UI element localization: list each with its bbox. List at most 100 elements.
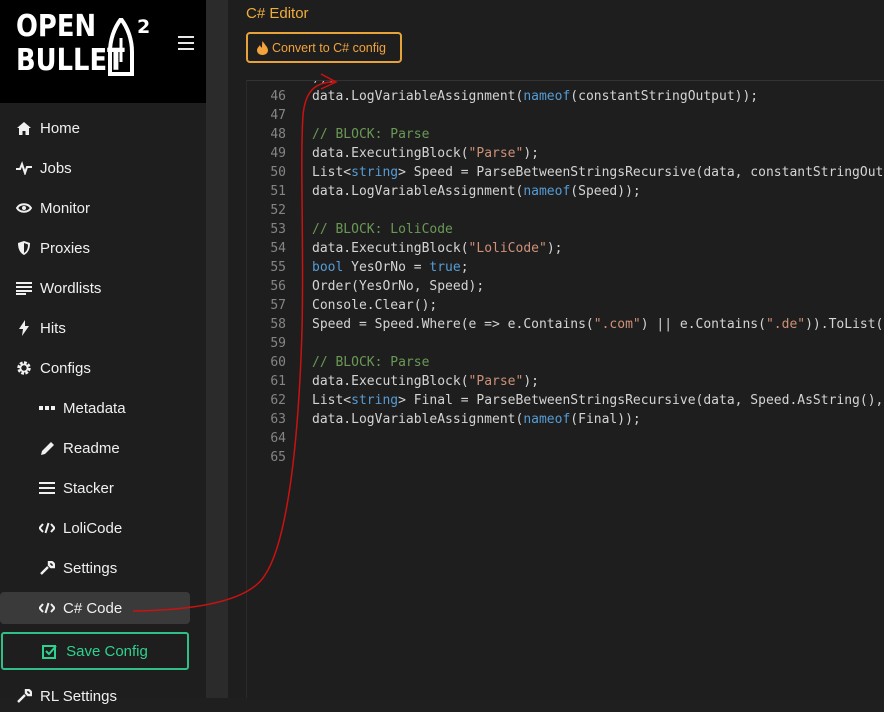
nav-stacker[interactable]: Stacker: [0, 472, 190, 504]
line-number: 63: [270, 412, 286, 427]
nav-metadata[interactable]: Metadata: [0, 392, 190, 424]
list-lines-icon: [15, 279, 33, 297]
code-text: // BLOCK: LoliCode: [312, 220, 453, 239]
nav-csharp-label: C# Code: [63, 599, 123, 617]
line-number: 64: [270, 431, 286, 446]
code-token: ));: [312, 81, 335, 85]
line-number: 62: [270, 393, 286, 408]
sidebar: OPEN BULLET 2 Home Jobs Monitor Proxies …: [0, 0, 206, 705]
code-token: "LoliCode": [468, 241, 547, 256]
line-number: 55: [270, 260, 286, 275]
code-token: data.ExecutingBlock(: [312, 146, 469, 161]
bullet-mark-icon: [108, 18, 134, 76]
line-number: 61: [270, 374, 286, 389]
code-text: data.ExecutingBlock("LoliCode");: [312, 239, 562, 258]
nav-readme[interactable]: Readme: [0, 432, 190, 464]
code-token: data.LogVariableAssignment(: [312, 89, 524, 104]
code-text: data.ExecutingBlock("Parse");: [312, 372, 539, 391]
home-icon: [15, 119, 33, 137]
code-editor[interactable]: ));46data.LogVariableAssignment(nameof(c…: [246, 80, 884, 699]
save-config-label: Save Config: [66, 642, 148, 660]
code-token: (Speed));: [570, 184, 641, 199]
nav-proxies[interactable]: Proxies: [0, 232, 190, 264]
wrench-icon: [38, 559, 56, 577]
nav-monitor[interactable]: Monitor: [0, 192, 190, 224]
nav-settings-label: Settings: [63, 559, 118, 577]
line-number: 51: [270, 184, 286, 199]
code-token: );: [546, 241, 563, 256]
code-token: nameof: [523, 89, 571, 104]
eye-icon: [15, 199, 33, 217]
code-token: );: [523, 146, 539, 161]
nav-lolicode[interactable]: LoliCode: [0, 512, 190, 544]
code-text: List<string> Final = ParseBetweenStrings…: [312, 391, 883, 410]
fire-icon: [257, 40, 268, 55]
wrench-icon: [15, 687, 33, 705]
nav-wordlists[interactable]: Wordlists: [0, 272, 190, 304]
code-text: bool YesOrNo = true;: [312, 258, 469, 277]
line-number: 60: [270, 355, 286, 370]
code-token: // BLOCK: LoliCode: [312, 222, 453, 237]
nav-metadata-label: Metadata: [63, 399, 126, 417]
code-text: Console.Clear();: [312, 296, 437, 315]
code-token: (Final));: [570, 412, 641, 427]
code-icon: [38, 519, 56, 537]
stack-lines-icon: [38, 479, 56, 497]
code-token: string: [351, 165, 399, 180]
nav-wordlists-label: Wordlists: [40, 279, 102, 297]
code-token: // BLOCK: Parse: [312, 127, 430, 142]
code-token: List<: [312, 165, 352, 180]
code-token: Order(YesOrNo, Speed);: [312, 279, 485, 294]
editor-gutter-edge: [246, 80, 247, 698]
nav-lolicode-label: LoliCode: [63, 519, 123, 537]
check-square-icon: [42, 644, 57, 659]
nav-hits-label: Hits: [40, 319, 66, 337]
code-token: List<: [312, 393, 352, 408]
code-token: data.LogVariableAssignment(: [312, 412, 524, 427]
line-number: 47: [270, 108, 286, 123]
convert-button-label: Convert to C# config: [272, 40, 386, 55]
code-token: // BLOCK: Parse: [312, 355, 430, 370]
convert-to-csharp-config-button[interactable]: Convert to C# config: [246, 32, 402, 63]
nav-settings[interactable]: Settings: [0, 552, 190, 584]
code-text: data.LogVariableAssignment(nameof(Speed)…: [312, 182, 641, 201]
code-text: List<string> Speed = ParseBetweenStrings…: [312, 163, 884, 182]
nav-configs[interactable]: Configs: [0, 352, 190, 384]
shield-icon: [15, 239, 33, 257]
pencil-icon: [38, 439, 56, 457]
hamburger-menu-icon[interactable]: [178, 36, 194, 50]
dots-icon: [38, 399, 56, 417]
nav-jobs[interactable]: Jobs: [0, 152, 190, 184]
line-number: 46: [270, 89, 286, 104]
nav-rl-settings-label: RL Settings: [40, 687, 117, 705]
code-token: (constantStringOutput));: [570, 89, 759, 104]
code-text: Speed = Speed.Where(e => e.Contains(".co…: [312, 315, 884, 334]
code-token: Speed = Speed.Where(e => e.Contains(: [312, 317, 594, 332]
nav-csharp-code[interactable]: C# Code: [0, 592, 190, 624]
page-title: C# Editor: [246, 5, 309, 22]
gear-icon: [15, 359, 33, 377]
code-text: // BLOCK: Parse: [312, 125, 429, 144]
code-token: data.ExecutingBlock(: [312, 241, 469, 256]
nav-home[interactable]: Home: [0, 112, 190, 144]
code-token: bool: [312, 260, 344, 275]
pulse-icon: [15, 159, 33, 177]
nav-proxies-label: Proxies: [40, 239, 91, 257]
line-number: 53: [270, 222, 286, 237]
code-token: "Parse": [468, 146, 524, 161]
save-config-button[interactable]: Save Config: [1, 632, 189, 670]
sidebar-scrollbar[interactable]: [206, 0, 228, 698]
nav-rl-settings[interactable]: RL Settings: [0, 680, 190, 712]
line-number: 65: [270, 450, 286, 465]
code-token: Console.Clear();: [312, 298, 438, 313]
nav-readme-label: Readme: [63, 439, 120, 457]
code-token: string: [351, 393, 399, 408]
code-token: data.ExecutingBlock(: [312, 374, 469, 389]
code-token: ) || e.Contains(: [640, 317, 766, 332]
code-text: data.LogVariableAssignment(nameof(Final)…: [312, 410, 641, 429]
code-token: ".de": [765, 317, 806, 332]
code-token: )).ToList();: [805, 317, 884, 332]
nav-hits[interactable]: Hits: [0, 312, 190, 344]
code-text: data.LogVariableAssignment(nameof(consta…: [312, 87, 758, 106]
brand-header: OPEN BULLET 2: [0, 0, 206, 103]
